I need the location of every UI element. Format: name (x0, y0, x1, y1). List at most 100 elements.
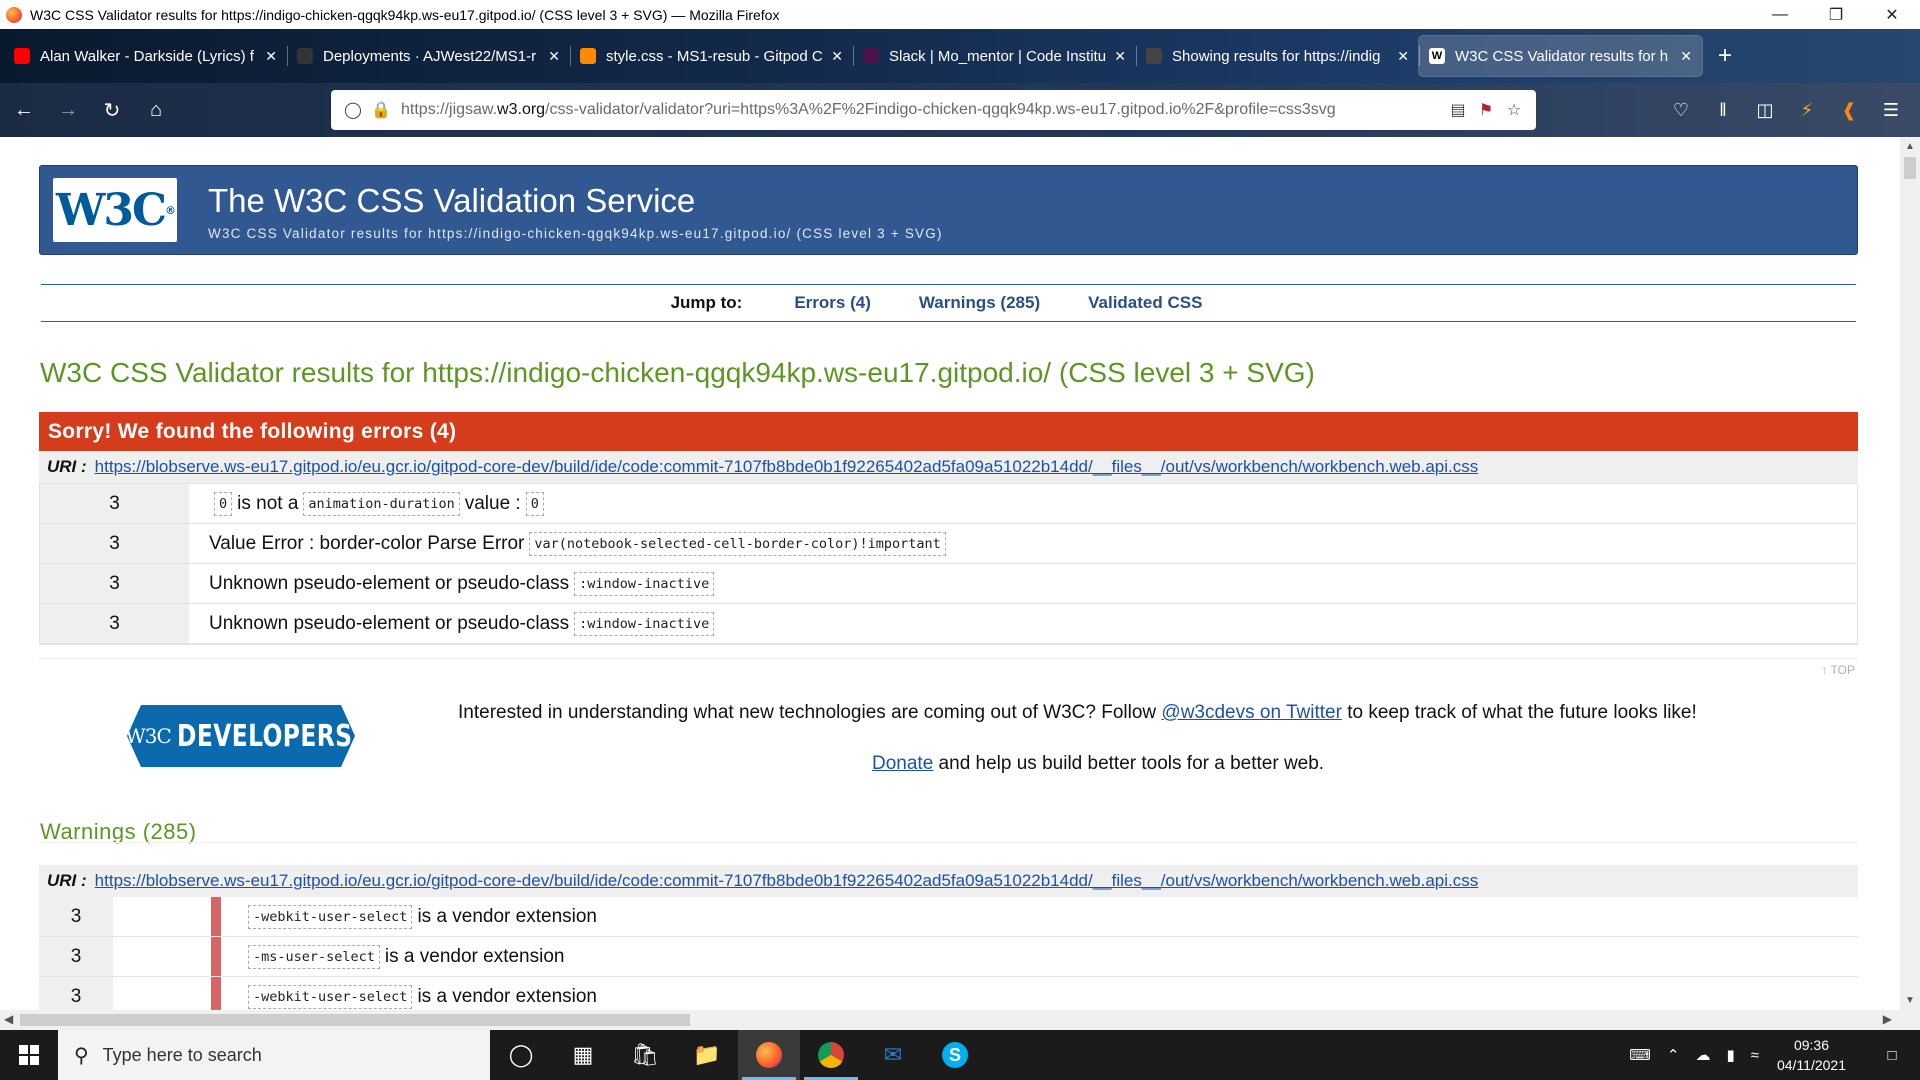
donate-link[interactable]: Donate (872, 753, 933, 774)
errors-uri-bar: URI : https://blobserve.ws-eu17.gitpod.i… (39, 451, 1858, 483)
error-message: Value Error : border-color Parse Error va… (189, 524, 1857, 563)
horizontal-scrollbar[interactable]: ◀ ▶ (0, 1010, 1920, 1030)
message-text: is a vendor extension (417, 985, 597, 1007)
page-content: W3C ® The W3C CSS Validation Service W3C … (0, 137, 1900, 1010)
css-code: :window-inactive (574, 571, 715, 596)
us-flag-icon[interactable]: ⚑ (1472, 100, 1500, 120)
windows-taskbar: ⚲ Type here to search ◯ ▦ 🛍 📁 ✉ S ⌨ ⌃ ☁ … (0, 1030, 1920, 1080)
library-icon[interactable]: ‖ (1702, 90, 1744, 130)
errors-uri-link[interactable]: https://blobserve.ws-eu17.gitpod.io/eu.g… (95, 457, 1479, 477)
mail-icon[interactable]: ✉ (862, 1030, 924, 1080)
warnings-uri-link[interactable]: https://blobserve.ws-eu17.gitpod.io/eu.g… (95, 871, 1479, 891)
forward-icon[interactable]: → (48, 90, 88, 130)
menu-icon[interactable]: ☰ (1870, 90, 1912, 130)
chrome-icon[interactable] (800, 1030, 862, 1080)
warnings-table: 3 -webkit-user-select is a vendor extensio… (39, 897, 1858, 1010)
jump-nav: Jump to: Errors (4) Warnings (285) Valid… (41, 284, 1856, 322)
skype-icon[interactable]: S (924, 1030, 986, 1080)
browser-tab[interactable]: Deployments · AJWest22/MS1-r ✕ (287, 36, 570, 76)
sidebar-icon[interactable]: ◫ (1744, 90, 1786, 130)
wifi-icon[interactable]: ≈ (1751, 1047, 1759, 1064)
close-window-button[interactable]: ✕ (1864, 0, 1920, 29)
developers-promo-text: Interested in understanding what new tec… (458, 702, 1697, 723)
message-text: is a vendor extension (384, 945, 565, 967)
close-tab-icon[interactable]: ✕ (1680, 48, 1692, 65)
jump-errors-link[interactable]: Errors (4) (794, 293, 871, 313)
cortana-icon[interactable]: ◯ (490, 1030, 552, 1080)
browser-tab[interactable]: Slack | Mo_mentor | Code Institu ✕ (853, 36, 1136, 76)
errors-table: 3 0 is not a animation-duration value :0 3 Val… (39, 483, 1858, 645)
firefox-icon (6, 6, 22, 23)
message-text: is a vendor extension (417, 905, 597, 927)
back-icon[interactable]: ← (4, 90, 44, 130)
line-number: 3 (40, 484, 189, 523)
restore-button[interactable]: ❐ (1808, 0, 1864, 29)
close-tab-icon[interactable]: ✕ (1114, 48, 1126, 65)
jump-warnings-link[interactable]: Warnings (285) (919, 293, 1040, 313)
gitpod-icon (580, 48, 596, 64)
bookmark-star-icon[interactable]: ☆ (1500, 100, 1528, 120)
line-number: 3 (40, 604, 189, 643)
search-placeholder: Type here to search (102, 1044, 262, 1065)
firefox-taskbar-icon[interactable] (738, 1030, 800, 1080)
scrollbar-thumb[interactable] (1904, 157, 1916, 179)
store-icon[interactable]: 🛍 (614, 1030, 676, 1080)
battery-icon[interactable]: ▮ (1726, 1046, 1734, 1064)
task-view-icon[interactable]: ▦ (552, 1030, 614, 1080)
reload-icon[interactable]: ↻ (92, 90, 132, 130)
address-bar[interactable]: ◯ 🔒 https://jigsaw.w3.org/css-validator/… (331, 90, 1536, 130)
file-explorer-icon[interactable]: 📁 (676, 1030, 738, 1080)
chevron-up-icon[interactable]: ⌃ (1667, 1046, 1680, 1064)
youtube-icon (14, 48, 30, 64)
w3c-icon: W (1429, 48, 1445, 64)
network-icon[interactable]: ☁ (1695, 1046, 1710, 1064)
search-icon: ⚲ (74, 1044, 89, 1067)
taskbar-search[interactable]: ⚲ Type here to search (58, 1030, 490, 1080)
uri-label: URI : (47, 871, 87, 890)
start-button[interactable] (0, 1030, 58, 1080)
tab-label: Alan Walker - Darkside (Lyrics) f (40, 47, 254, 65)
extension-icon[interactable]: ⚡ (1786, 90, 1828, 130)
notifications-icon[interactable]: □ (1872, 1047, 1912, 1064)
minimize-button[interactable]: — (1752, 0, 1808, 29)
message-text: Unknown pseudo-element or pseudo-class (209, 572, 570, 594)
close-tab-icon[interactable]: ✕ (1397, 48, 1409, 65)
browser-tab[interactable]: W W3C CSS Validator results for h ✕ (1419, 36, 1702, 76)
jump-validated-css-link[interactable]: Validated CSS (1088, 293, 1202, 313)
message-text: Value Error : border-color Parse Error (209, 532, 525, 554)
gitpod-extension-icon[interactable]: ❰ (1828, 90, 1870, 130)
new-tab-button[interactable]: + (1718, 42, 1732, 70)
browser-tab[interactable]: style.css - MS1-resub - Gitpod C ✕ (570, 36, 853, 76)
home-icon[interactable]: ⌂ (136, 90, 176, 130)
css-code: 0 (525, 491, 544, 516)
warning-level-bar (113, 977, 221, 1010)
reader-view-icon[interactable]: ▤ (1444, 100, 1472, 120)
warnings-uri-bar: URI : https://blobserve.ws-eu17.gitpod.i… (39, 865, 1858, 897)
scrollbar-thumb[interactable] (20, 1014, 690, 1026)
top-link[interactable]: ↑ TOP (1821, 663, 1855, 677)
browser-tab[interactable]: Alan Walker - Darkside (Lyrics) f ✕ (4, 36, 287, 76)
css-code: :window-inactive (574, 611, 715, 636)
warning-level-bar (113, 937, 221, 976)
keyboard-icon[interactable]: ⌨ (1629, 1046, 1651, 1064)
line-number: 3 (40, 524, 189, 563)
browser-tab[interactable]: Showing results for https://indig ✕ (1136, 36, 1419, 76)
clock[interactable]: 09:36 04/11/2021 (1777, 1035, 1846, 1075)
close-tab-icon[interactable]: ✕ (548, 48, 560, 65)
message-text: Unknown pseudo-element or pseudo-class (209, 612, 570, 634)
warning-message: -ms-user-select is a vendor extension (221, 937, 1858, 976)
w3c-logo[interactable]: W3C ® (53, 178, 177, 242)
message-text: is not a (237, 492, 299, 514)
close-tab-icon[interactable]: ✕ (831, 48, 843, 65)
lock-icon[interactable]: 🔒 (367, 100, 395, 120)
url-text[interactable]: https://jigsaw.w3.org/css-validator/vali… (401, 101, 1444, 119)
uri-label: URI : (47, 457, 87, 476)
pocket-icon[interactable]: ♡ (1660, 90, 1702, 130)
w3c-developers-logo[interactable]: W3C DEVELOPERS (127, 705, 355, 767)
twitter-link[interactable]: @w3cdevs on Twitter (1161, 702, 1342, 723)
vertical-scrollbar[interactable]: ▲ ▼ (1900, 137, 1920, 1010)
shield-icon[interactable]: ◯ (339, 100, 367, 120)
css-code: var(notebook-selected-cell-border-color)… (529, 531, 946, 556)
close-tab-icon[interactable]: ✕ (265, 48, 277, 65)
error-message: 0 is not a animation-duration value :0 (189, 484, 1857, 523)
